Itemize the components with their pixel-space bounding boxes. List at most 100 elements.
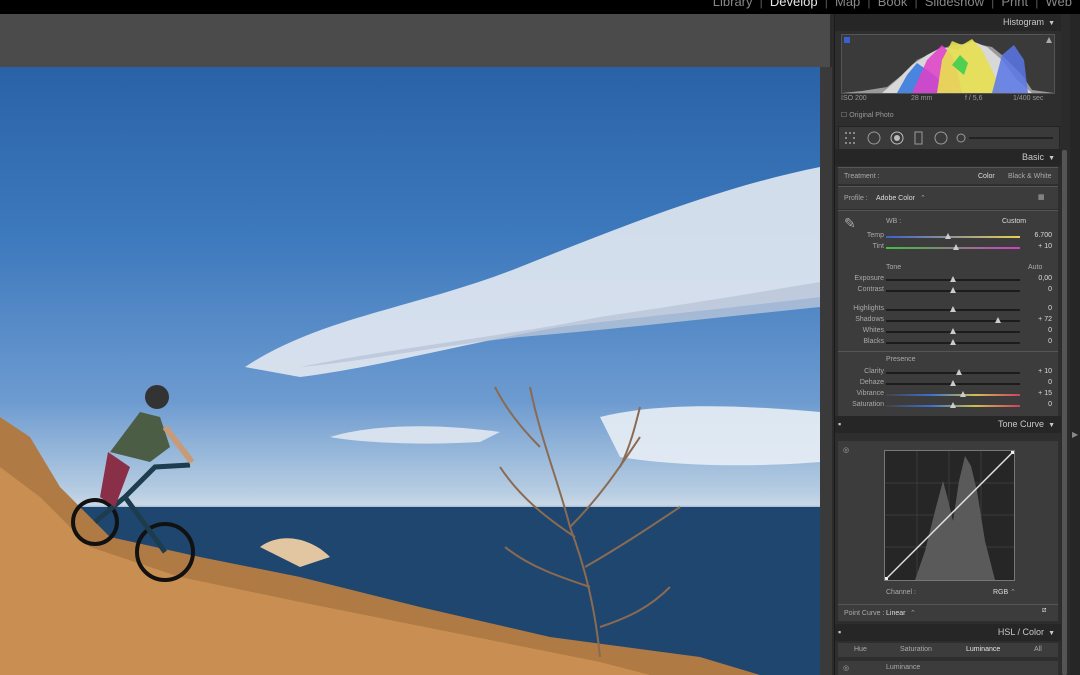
clarity-knob[interactable]: [956, 369, 962, 375]
dropdown-arrow-icon: ⌃: [920, 195, 926, 202]
whites-label: Whites: [862, 327, 884, 334]
whites-slider-row[interactable]: Whites 0: [838, 326, 1058, 337]
shutter-speed: 1/400 sec: [1013, 95, 1044, 102]
auto-tone-button[interactable]: Auto: [1028, 264, 1042, 271]
photo-image: [0, 167, 820, 675]
vibrance-track[interactable]: [886, 394, 1020, 396]
exposure-value[interactable]: 0,00: [1038, 275, 1052, 282]
module-separator: |: [990, 0, 995, 9]
blacks-slider-row[interactable]: Blacks 0: [838, 337, 1058, 348]
tab-hue[interactable]: Hue: [854, 646, 867, 653]
right-panel-toggle-icon[interactable]: ▶: [1072, 430, 1078, 439]
treatment-row: Treatment : Color Black & White: [838, 167, 1058, 184]
wb-dropdown[interactable]: Custom: [1002, 218, 1026, 225]
collapse-triangle-icon: ▼: [1048, 422, 1055, 429]
tone-curve-header[interactable]: ▪ Tone Curve ▼: [835, 416, 1061, 433]
tint-label: Tint: [872, 243, 884, 250]
histogram-graph[interactable]: [841, 34, 1055, 94]
temp-slider-row[interactable]: Temp 6.700: [838, 231, 1058, 242]
treatment-color-option[interactable]: Color: [978, 173, 995, 180]
right-panel-edge[interactable]: [1070, 14, 1080, 675]
point-curve-dropdown[interactable]: Linear: [886, 610, 905, 617]
temp-value[interactable]: 6.700: [1034, 232, 1052, 239]
profile-dropdown[interactable]: Adobe Color: [876, 195, 915, 202]
highlights-knob[interactable]: [950, 306, 956, 312]
hsl-header[interactable]: ▪ HSL / Color ▼: [835, 624, 1061, 641]
blacks-label: Blacks: [863, 338, 884, 345]
clarity-track[interactable]: [886, 372, 1020, 374]
module-map[interactable]: Map: [835, 0, 860, 9]
saturation-slider-row[interactable]: Saturation 0: [838, 400, 1058, 411]
vibrance-knob[interactable]: [960, 391, 966, 397]
whites-knob[interactable]: [950, 328, 956, 334]
channel-label: Channel :: [886, 589, 916, 596]
panel-switch-icon[interactable]: ▪: [838, 624, 841, 641]
treatment-label: Treatment :: [844, 173, 880, 180]
vibrance-value[interactable]: + 15: [1038, 390, 1052, 397]
exposure-slider-row[interactable]: Exposure 0,00: [838, 274, 1058, 285]
eyedropper-icon[interactable]: ✎: [844, 215, 856, 232]
shadows-knob[interactable]: [995, 317, 1001, 323]
tint-value[interactable]: + 10: [1038, 243, 1052, 250]
module-bar: Library | Develop | Map | Book | Slideshow | Print…: [0, 0, 1080, 14]
module-slideshow[interactable]: Slideshow: [925, 0, 984, 9]
module-separator: |: [867, 0, 871, 9]
tone-curve-svg: [883, 449, 1016, 582]
clarity-label: Clarity: [864, 368, 884, 375]
histogram-header[interactable]: Histogram ▼: [835, 14, 1061, 31]
saturation-value[interactable]: 0: [1048, 401, 1052, 408]
module-library[interactable]: Library: [713, 0, 753, 9]
dehaze-knob[interactable]: [950, 380, 956, 386]
tab-luminance[interactable]: Luminance: [966, 646, 1000, 653]
module-web[interactable]: Web: [1046, 0, 1073, 9]
module-book[interactable]: Book: [878, 0, 908, 9]
target-adjust-icon[interactable]: ◎: [843, 664, 849, 672]
module-separator: |: [1035, 0, 1039, 9]
treatment-bw-option[interactable]: Black & White: [1008, 173, 1052, 180]
temp-track[interactable]: [886, 236, 1020, 238]
tone-curve-graph[interactable]: [883, 449, 1016, 582]
exposure-knob[interactable]: [950, 276, 956, 282]
basic-header[interactable]: Basic ▼: [835, 149, 1061, 166]
original-photo-label: Original Photo: [849, 112, 894, 119]
profile-browser-icon[interactable]: ▦: [1038, 193, 1045, 201]
target-adjust-icon[interactable]: ◎: [843, 446, 849, 454]
blacks-knob[interactable]: [950, 339, 956, 345]
original-photo-toggle[interactable]: ☐ Original Photo: [841, 111, 894, 119]
channel-dropdown[interactable]: RGB: [993, 589, 1008, 596]
vibrance-label: Vibrance: [856, 390, 884, 397]
profile-label: Profile :: [844, 195, 868, 202]
focal-length: 28 mm: [911, 95, 933, 102]
module-separator: |: [759, 0, 763, 9]
tint-slider-row[interactable]: Tint + 10: [838, 242, 1058, 253]
highlights-slider-row[interactable]: Highlights 0: [838, 304, 1058, 315]
clarity-slider-row[interactable]: Clarity + 10: [838, 367, 1058, 378]
clarity-value[interactable]: + 10: [1038, 368, 1052, 375]
whites-value[interactable]: 0: [1048, 327, 1052, 334]
module-print[interactable]: Print: [1001, 0, 1028, 9]
blacks-value[interactable]: 0: [1048, 338, 1052, 345]
dehaze-slider-row[interactable]: Dehaze 0: [838, 378, 1058, 389]
edit-point-curve-icon[interactable]: ⧄: [1042, 607, 1046, 615]
shadows-value[interactable]: + 72: [1038, 316, 1052, 323]
module-develop[interactable]: Develop: [770, 0, 818, 9]
panel-switch-icon[interactable]: ▪: [838, 416, 841, 433]
contrast-knob[interactable]: [950, 287, 956, 293]
module-picker: Library | Develop | Map | Book | Slideshow | Print…: [713, 0, 1072, 9]
saturation-knob[interactable]: [950, 402, 956, 408]
develop-panel: Histogram ▼ ISO 200 28 mm f / 5,6 1/400 s…: [834, 14, 1061, 675]
contrast-slider-row[interactable]: Contrast 0: [838, 285, 1058, 296]
temp-knob[interactable]: [945, 233, 951, 239]
photo-canvas[interactable]: [0, 67, 820, 675]
contrast-value[interactable]: 0: [1048, 286, 1052, 293]
module-separator: |: [824, 0, 828, 9]
panel-scrollbar[interactable]: [1062, 150, 1067, 675]
highlights-value[interactable]: 0: [1048, 305, 1052, 312]
tint-knob[interactable]: [953, 244, 959, 250]
tab-all[interactable]: All: [1034, 646, 1042, 653]
histogram-curves: [842, 37, 1054, 93]
dehaze-value[interactable]: 0: [1048, 379, 1052, 386]
tab-saturation[interactable]: Saturation: [900, 646, 932, 653]
shadows-slider-row[interactable]: Shadows + 72: [838, 315, 1058, 326]
vibrance-slider-row[interactable]: Vibrance + 15: [838, 389, 1058, 400]
